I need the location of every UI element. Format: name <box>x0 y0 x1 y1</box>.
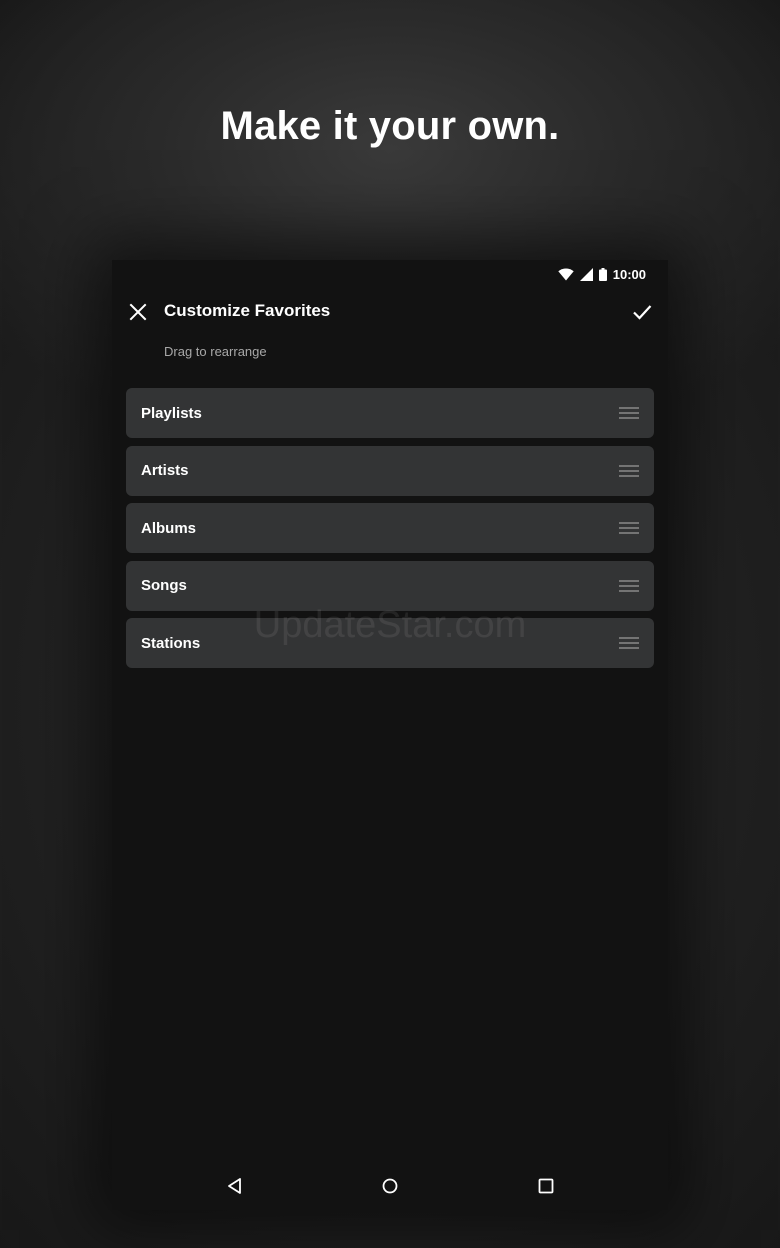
drag-handle-icon[interactable] <box>619 464 639 477</box>
wifi-icon <box>558 268 574 281</box>
back-button[interactable] <box>225 1176 245 1196</box>
list-item-label: Artists <box>141 462 189 479</box>
drag-handle-icon[interactable] <box>619 637 639 649</box>
list-item-label: Albums <box>141 519 197 537</box>
navigation-bar <box>112 1162 668 1210</box>
status-bar: 10:00 <box>112 260 668 288</box>
drag-hint: Drag to rearrange <box>164 344 267 359</box>
home-button[interactable] <box>380 1176 400 1196</box>
list-item-artists[interactable]: Artists <box>126 445 654 496</box>
check-icon <box>633 305 652 320</box>
page-title: Customize Favorites <box>164 301 331 320</box>
list-item-label: Stations <box>141 634 201 652</box>
app-bar: Customize Favorites <box>112 288 668 336</box>
drag-handle-icon[interactable] <box>619 522 639 534</box>
list-item-stations[interactable]: Stations <box>126 618 654 668</box>
recents-button[interactable] <box>536 1176 556 1196</box>
back-icon <box>228 1178 241 1194</box>
confirm-button[interactable] <box>630 300 654 324</box>
battery-icon <box>598 267 607 281</box>
close-icon <box>129 303 147 321</box>
favorites-list: Playlists Artists Albums Songs Stations <box>126 388 654 676</box>
drag-handle-icon[interactable] <box>619 407 639 419</box>
recents-icon <box>538 1178 554 1194</box>
home-icon <box>382 1178 398 1194</box>
list-item-albums[interactable]: Albums <box>126 503 654 553</box>
drag-handle-icon[interactable] <box>619 579 639 592</box>
cell-signal-icon <box>579 267 593 281</box>
list-item-label: Playlists <box>141 404 202 422</box>
status-time: 10:00 <box>612 266 646 282</box>
list-item-label: Songs <box>141 577 187 594</box>
phone-screen: 10:00 Customize Favorites Drag to rearra… <box>112 260 668 1210</box>
headline: Make it your own. <box>220 104 560 148</box>
list-item-playlists[interactable]: Playlists <box>126 388 654 438</box>
list-item-songs[interactable]: Songs <box>126 560 654 611</box>
close-button[interactable] <box>126 300 150 324</box>
